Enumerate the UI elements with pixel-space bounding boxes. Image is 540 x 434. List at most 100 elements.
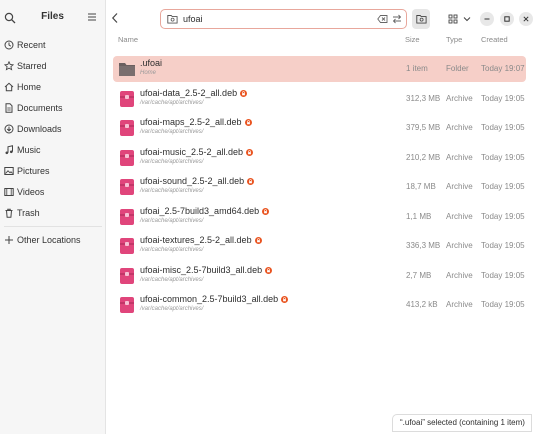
file-type: Archive bbox=[446, 182, 473, 191]
file-size: 2,7 MB bbox=[406, 271, 432, 280]
status-bar: “.ufoai” selected (containing 1 item) bbox=[392, 414, 532, 432]
sidebar-item-pictures[interactable]: Pictures bbox=[0, 162, 106, 180]
file-created: Today 19:05 bbox=[481, 153, 525, 162]
clear-input-icon[interactable] bbox=[377, 14, 388, 24]
file-size: 1,1 MB bbox=[406, 212, 432, 221]
file-path: /var/cache/apt/archives/ bbox=[140, 247, 204, 253]
file-path: Home bbox=[140, 70, 157, 76]
file-row[interactable]: ufoai-data_2.5-2_all.deb /var/cache/apt/… bbox=[113, 86, 526, 112]
file-size: 413,2 kB bbox=[406, 300, 438, 309]
file-row[interactable]: ufoai_2.5-7build3_amd64.deb /var/cache/a… bbox=[113, 204, 526, 230]
clock-icon bbox=[4, 40, 14, 50]
file-name: ufoai-data_2.5-2_all.deb bbox=[140, 88, 238, 98]
sidebar: Files Recent Starred Home Documents Down… bbox=[0, 0, 106, 434]
file-name: ufoai-misc_2.5-7build3_all.deb bbox=[140, 265, 263, 275]
file-type: Folder bbox=[446, 64, 469, 73]
file-created: Today 19:05 bbox=[481, 241, 525, 250]
sidebar-item-label: Music bbox=[17, 145, 41, 155]
column-header-created[interactable]: Created bbox=[481, 35, 508, 44]
file-name: ufoai-maps_2.5-2_all.deb bbox=[140, 117, 242, 127]
column-header-type[interactable]: Type bbox=[446, 35, 462, 44]
search-input[interactable] bbox=[183, 12, 333, 26]
sidebar-item-label: Videos bbox=[17, 187, 45, 197]
file-type: Archive bbox=[446, 94, 473, 103]
sidebar-item-music[interactable]: Music bbox=[0, 141, 106, 159]
archive-package-icon bbox=[120, 91, 134, 107]
lock-icon bbox=[265, 266, 273, 274]
file-name: ufoai-common_2.5-7build3_all.deb bbox=[140, 294, 279, 304]
file-type: Archive bbox=[446, 123, 473, 132]
sidebar-item-downloads[interactable]: Downloads bbox=[0, 120, 106, 138]
close-icon bbox=[523, 16, 529, 22]
maximize-button[interactable] bbox=[500, 12, 514, 26]
search-toggle-button[interactable] bbox=[412, 9, 430, 29]
file-row[interactable]: ufoai-maps_2.5-2_all.deb /var/cache/apt/… bbox=[113, 115, 526, 141]
folder-search-icon bbox=[167, 15, 178, 24]
sidebar-item-label: Downloads bbox=[17, 124, 62, 134]
lock-icon bbox=[244, 118, 252, 126]
video-icon bbox=[4, 188, 14, 196]
file-path: /var/cache/apt/archives/ bbox=[140, 159, 204, 165]
document-icon bbox=[5, 103, 13, 113]
folder-icon bbox=[119, 63, 135, 76]
sidebar-item-label: Trash bbox=[17, 208, 40, 218]
sidebar-divider bbox=[4, 226, 102, 227]
lock-icon bbox=[254, 236, 262, 244]
sidebar-item-documents[interactable]: Documents bbox=[0, 99, 106, 117]
trash-icon bbox=[5, 208, 13, 218]
file-size: 1 item bbox=[406, 64, 428, 73]
minimize-icon bbox=[484, 18, 490, 20]
plus-icon bbox=[5, 236, 13, 244]
sidebar-item-label: Documents bbox=[17, 103, 63, 113]
sidebar-item-starred[interactable]: Starred bbox=[0, 57, 106, 75]
file-created: Today 19:05 bbox=[481, 123, 525, 132]
file-size: 312,3 MB bbox=[406, 94, 441, 103]
view-options-button[interactable] bbox=[460, 9, 474, 29]
sidebar-item-label: Pictures bbox=[17, 166, 50, 176]
file-row[interactable]: ufoai-music_2.5-2_all.deb /var/cache/apt… bbox=[113, 145, 526, 171]
back-chevron-icon[interactable] bbox=[110, 12, 120, 24]
sidebar-header: Files bbox=[0, 0, 105, 36]
picture-icon bbox=[4, 167, 14, 175]
file-created: Today 19:07 bbox=[481, 64, 525, 73]
location-search-bar[interactable] bbox=[160, 9, 407, 29]
file-path: /var/cache/apt/archives/ bbox=[140, 306, 204, 312]
home-icon bbox=[4, 82, 14, 92]
archive-package-icon bbox=[120, 297, 134, 313]
archive-package-icon bbox=[120, 120, 134, 136]
sidebar-item-videos[interactable]: Videos bbox=[0, 183, 106, 201]
search-filter-icon[interactable] bbox=[392, 14, 402, 24]
column-header-name[interactable]: Name bbox=[118, 35, 138, 44]
chevron-down-icon bbox=[463, 17, 471, 22]
sidebar-item-label: Starred bbox=[17, 61, 47, 71]
file-path: /var/cache/apt/archives/ bbox=[140, 218, 204, 224]
file-row[interactable]: ufoai-textures_2.5-2_all.deb /var/cache/… bbox=[113, 233, 526, 259]
file-row[interactable]: ufoai-misc_2.5-7build3_all.deb /var/cach… bbox=[113, 263, 526, 289]
hamburger-menu-icon[interactable] bbox=[87, 12, 97, 22]
column-header-size[interactable]: Size bbox=[405, 35, 420, 44]
sidebar-item-label: Other Locations bbox=[17, 235, 81, 245]
sidebar-item-trash[interactable]: Trash bbox=[0, 204, 106, 222]
archive-package-icon bbox=[120, 150, 134, 166]
close-button[interactable] bbox=[519, 12, 533, 26]
file-created: Today 19:05 bbox=[481, 94, 525, 103]
sidebar-item-other-locations[interactable]: Other Locations bbox=[0, 231, 106, 249]
file-name: ufoai_2.5-7build3_amd64.deb bbox=[140, 206, 260, 216]
file-row[interactable]: ufoai-sound_2.5-2_all.deb /var/cache/apt… bbox=[113, 174, 526, 200]
file-name: .ufoai bbox=[140, 58, 163, 68]
sidebar-item-home[interactable]: Home bbox=[0, 78, 106, 96]
lock-icon bbox=[281, 295, 289, 303]
file-type: Archive bbox=[446, 271, 473, 280]
lock-icon bbox=[262, 207, 270, 215]
file-type: Archive bbox=[446, 300, 473, 309]
file-row[interactable]: .ufoai Home 1 item Folder Today 19:07 bbox=[113, 56, 526, 82]
lock-icon bbox=[247, 177, 255, 185]
sidebar-item-recent[interactable]: Recent bbox=[0, 36, 106, 54]
file-row[interactable]: ufoai-common_2.5-7build3_all.deb /var/ca… bbox=[113, 292, 526, 318]
file-name: ufoai-textures_2.5-2_all.deb bbox=[140, 235, 252, 245]
music-icon bbox=[5, 145, 13, 155]
minimize-button[interactable] bbox=[480, 12, 494, 26]
file-name: ufoai-sound_2.5-2_all.deb bbox=[140, 176, 245, 186]
file-created: Today 19:05 bbox=[481, 212, 525, 221]
file-size: 210,2 MB bbox=[406, 153, 441, 162]
